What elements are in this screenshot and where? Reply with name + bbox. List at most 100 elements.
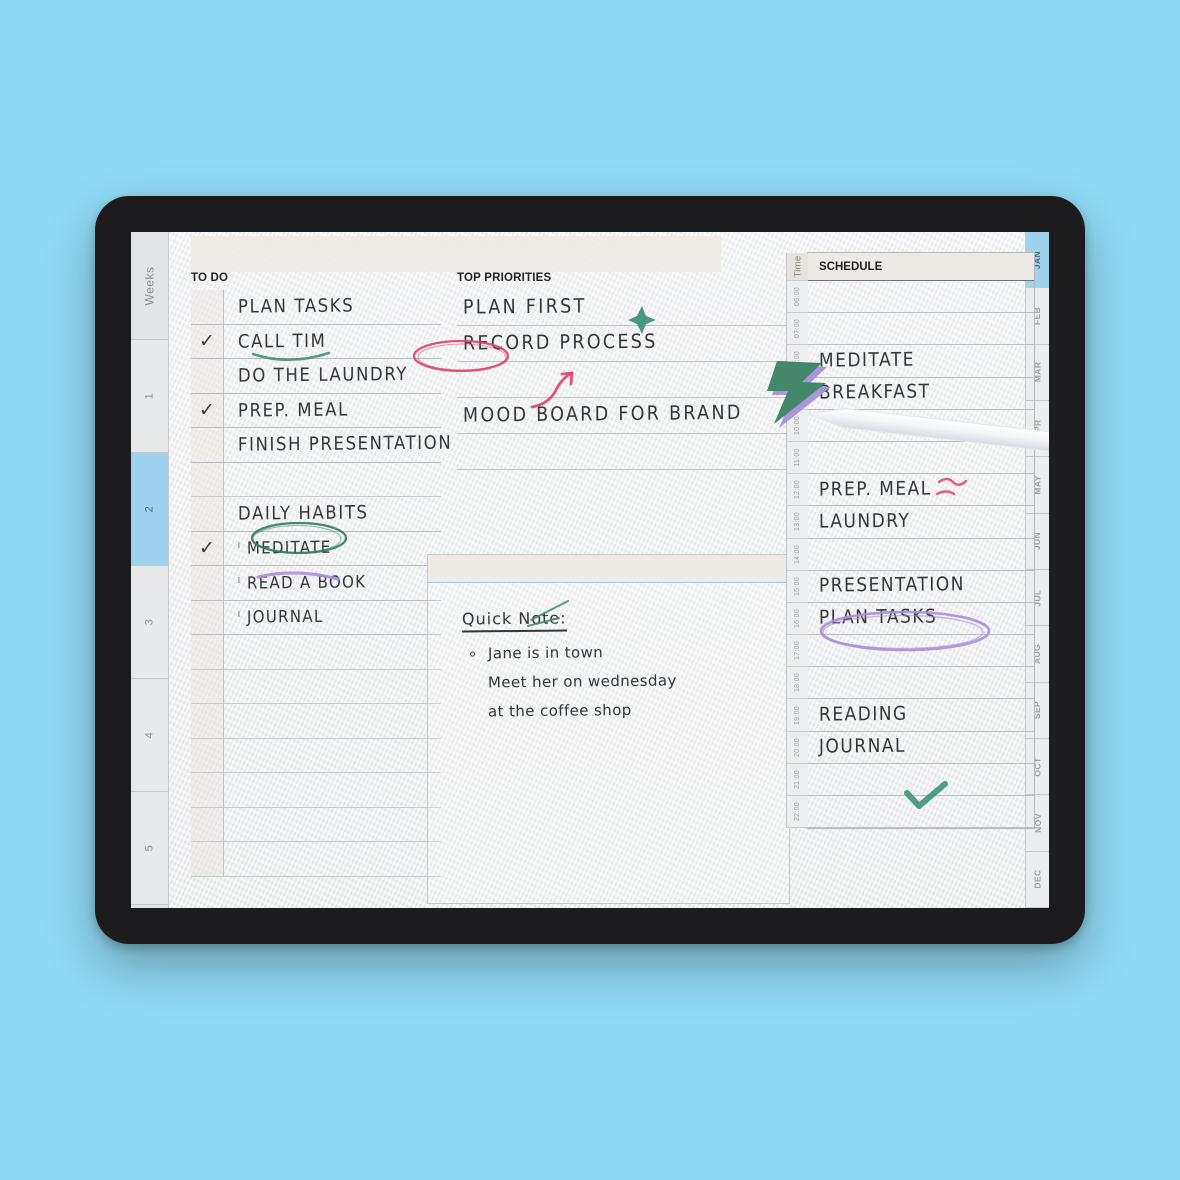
time-label: 17:00 xyxy=(794,641,801,661)
time-label: 22:00 xyxy=(794,802,801,822)
todo-text-cell[interactable]: PLAN TASKS xyxy=(224,290,441,324)
tablet-screen[interactable]: Weeks 1 2 3 4 5 JAN FEB MAR APR MAY JUN JUL AUG SEP OC… xyxy=(131,232,1049,908)
todo-row[interactable]: FINISH PRESENTATION xyxy=(191,428,452,463)
todo-checkbox[interactable]: ✓ xyxy=(191,393,224,427)
todo-row[interactable]: PLAN TASKS xyxy=(191,290,441,325)
todo-row[interactable]: ✓ PREP. MEAL xyxy=(191,393,441,428)
schedule-row[interactable] xyxy=(808,442,1034,475)
todo-row[interactable] xyxy=(191,635,441,670)
todo-checkbox[interactable]: ✓ xyxy=(191,324,224,358)
todo-checkbox[interactable] xyxy=(191,566,224,600)
time-label: 09:00 xyxy=(794,383,801,403)
todo-row[interactable] xyxy=(191,704,441,739)
todo-text-cell[interactable] xyxy=(224,808,441,842)
todo-checkbox[interactable] xyxy=(191,497,224,531)
todo-row[interactable]: ˡ READ A BOOK xyxy=(191,566,441,601)
schedule-table: Time 06:00 07:00 08:00 09:00 10:00 11:00 12:00 1… xyxy=(786,252,1035,830)
priority-row[interactable]: PLAN FIRST xyxy=(457,290,787,326)
sub-item-marker: ˡ xyxy=(238,540,240,555)
week-tab-2[interactable]: 2 xyxy=(131,453,168,566)
todo-checkbox[interactable] xyxy=(191,428,224,462)
time-cell: 22:00 xyxy=(787,796,808,829)
week-tab-3[interactable]: 3 xyxy=(131,566,168,679)
todo-checkbox[interactable] xyxy=(191,738,224,772)
todo-text-cell[interactable] xyxy=(224,773,441,807)
schedule-row[interactable] xyxy=(808,539,1034,571)
todo-row[interactable] xyxy=(191,462,441,497)
time-cell: 06:00 xyxy=(787,281,808,314)
schedule-row[interactable]: MEDITATE xyxy=(808,345,1034,378)
quick-note-line: at the coffee shop xyxy=(462,699,789,721)
schedule-row[interactable] xyxy=(808,410,1034,442)
schedule-row[interactable]: READING xyxy=(808,699,1034,732)
todo-text-cell[interactable]: DO THE LAUNDRY xyxy=(224,359,441,393)
time-label: 06:00 xyxy=(794,287,801,307)
todo-row[interactable]: DO THE LAUNDRY xyxy=(191,359,441,394)
todo-text-cell[interactable] xyxy=(224,670,441,704)
priorities-header: TOP PRIORITIES xyxy=(457,272,552,284)
todo-row[interactable] xyxy=(191,669,441,704)
todo-checkbox[interactable] xyxy=(191,600,224,634)
week-tab-1[interactable]: 1 xyxy=(131,340,168,453)
todo-checkbox[interactable] xyxy=(191,462,224,496)
todo-row[interactable] xyxy=(191,807,441,842)
todo-row[interactable]: ✓ ˡ MEDITATE xyxy=(191,531,441,566)
week-tab-5[interactable]: 5 xyxy=(131,792,168,905)
todo-text-cell[interactable]: ˡ READ A BOOK xyxy=(224,566,441,600)
todo-text-cell[interactable] xyxy=(224,704,441,738)
todo-row[interactable]: DAILY HABITS xyxy=(191,497,441,532)
quick-note-card[interactable]: Quick Note: Jane is in town Meet her on w… xyxy=(427,554,790,904)
todo-checkbox[interactable] xyxy=(191,704,224,738)
week-tab-label: 5 xyxy=(143,844,156,852)
todo-checkbox[interactable] xyxy=(191,842,224,876)
todo-row[interactable]: ˡ JOURNAL xyxy=(191,600,441,635)
priority-row[interactable]: RECORD PROCESS xyxy=(457,326,787,362)
todo-text-cell[interactable] xyxy=(224,739,441,773)
month-tab-dec[interactable]: DEC xyxy=(1026,851,1049,908)
todo-row[interactable]: ✓ CALL TIM xyxy=(191,324,441,359)
schedule-row[interactable] xyxy=(808,667,1034,700)
schedule-row[interactable] xyxy=(808,764,1034,796)
schedule-row[interactable]: PRESENTATION xyxy=(808,571,1034,603)
schedule-row[interactable]: PREP. MEAL xyxy=(808,474,1034,507)
schedule-row[interactable]: LAUNDRY xyxy=(808,506,1034,539)
todo-checkbox[interactable] xyxy=(191,290,224,324)
todo-row[interactable] xyxy=(191,738,441,773)
todo-text-cell[interactable]: ˡ JOURNAL xyxy=(224,601,441,635)
todo-checkbox[interactable] xyxy=(191,807,224,841)
todo-checkbox[interactable] xyxy=(191,635,224,669)
todo-checkbox[interactable] xyxy=(191,359,224,393)
schedule-row[interactable]: PLAN TASKS xyxy=(808,603,1034,636)
schedule-row[interactable]: JOURNAL xyxy=(808,732,1034,764)
schedule-row[interactable] xyxy=(808,313,1034,346)
week-tab-label: 4 xyxy=(143,731,156,739)
todo-text-cell[interactable] xyxy=(224,635,441,669)
priority-row[interactable] xyxy=(457,362,787,398)
quick-note-line-text: at the coffee shop xyxy=(487,700,632,721)
priority-row[interactable]: MOOD BOARD FOR BRAND xyxy=(457,398,787,434)
quick-note-body[interactable]: Quick Note: Jane is in town Meet her on w… xyxy=(428,583,789,721)
todo-row[interactable] xyxy=(191,842,441,877)
todo-text-cell[interactable]: FINISH PRESENTATION xyxy=(224,428,452,462)
todo-checkbox[interactable]: ✓ xyxy=(191,531,224,565)
todo-text-cell[interactable]: DAILY HABITS xyxy=(224,497,441,531)
schedule-row[interactable] xyxy=(808,635,1034,668)
priority-row[interactable] xyxy=(457,434,787,470)
todo-checkbox[interactable] xyxy=(191,773,224,807)
time-rail: Time 06:00 07:00 08:00 09:00 10:00 11:00 12:00 1… xyxy=(786,253,808,829)
schedule-row[interactable] xyxy=(808,281,1034,314)
time-cell: 16:00 xyxy=(787,602,808,636)
note-bullet-icon xyxy=(469,651,476,657)
schedule-row[interactable]: BREAKFAST xyxy=(808,378,1034,410)
quick-note-line-text: Meet her on wednesday xyxy=(487,671,677,692)
todo-row[interactable] xyxy=(191,773,441,808)
todo-text-cell[interactable]: ˡ MEDITATE xyxy=(224,532,441,566)
time-cell: 19:00 xyxy=(787,699,808,732)
schedule-row[interactable] xyxy=(808,796,1034,829)
todo-text-cell[interactable] xyxy=(224,463,441,497)
todo-checkbox[interactable] xyxy=(191,669,224,703)
todo-text-cell[interactable]: PREP. MEAL xyxy=(224,394,441,428)
todo-text-cell[interactable]: CALL TIM xyxy=(224,325,441,359)
week-tab-4[interactable]: 4 xyxy=(131,679,168,792)
todo-text-cell[interactable] xyxy=(224,842,441,876)
